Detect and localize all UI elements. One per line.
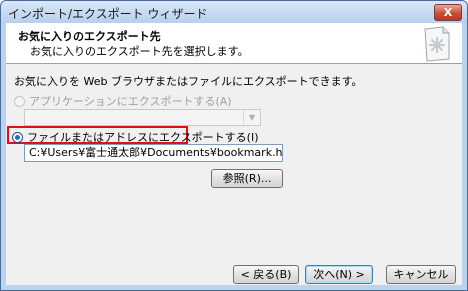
wizard-header: お気に入りのエクスポート先 お気に入りのエクスポート先を選択します。 xyxy=(6,23,462,64)
browse-button-label: 参照(R)... xyxy=(222,172,272,185)
back-button[interactable]: < 戻る(B) xyxy=(233,265,299,284)
application-select[interactable]: ▼ xyxy=(24,109,261,126)
cancel-button-label: キャンセル xyxy=(393,268,449,281)
next-button[interactable]: 次へ(N) > xyxy=(305,265,373,284)
radio-export-to-app[interactable]: アプリケーションにエクスポートする(A) xyxy=(14,93,232,109)
cancel-button[interactable]: キャンセル xyxy=(386,265,456,284)
radio-export-to-file[interactable]: ファイルまたはアドレスにエクスポートする(I) xyxy=(12,129,259,145)
wizard-window: インポート/エクスポート ウィザード X お気に入りのエクスポート先 お気に入り… xyxy=(0,0,468,291)
description-text: お気に入りを Web ブラウザまたはファイルにエクスポートできます。 xyxy=(14,75,363,88)
title-bar[interactable]: インポート/エクスポート ウィザード X xyxy=(1,1,467,23)
file-path-input[interactable]: C:¥Users¥富士通太郎¥Documents¥bookmark.htm xyxy=(24,144,283,162)
page-title: お気に入りのエクスポート先 xyxy=(18,30,161,43)
radio-export-to-file-label: ファイルまたはアドレスにエクスポートする(I) xyxy=(27,131,259,144)
window-title: インポート/エクスポート ウィザード xyxy=(8,7,208,21)
browse-button[interactable]: 参照(R)... xyxy=(211,169,283,188)
file-path-value: C:¥Users¥富士通太郎¥Documents¥bookmark.htm xyxy=(29,146,283,159)
chevron-down-icon: ▼ xyxy=(243,110,260,125)
radio-selected-icon xyxy=(12,131,23,143)
dialog-client: お気に入りのエクスポート先 お気に入りのエクスポート先を選択します。 お気に入り… xyxy=(6,23,462,285)
wizard-graphic-icon xyxy=(424,26,450,62)
close-icon: X xyxy=(443,6,453,19)
close-button[interactable]: X xyxy=(434,4,462,21)
radio-export-to-app-label: アプリケーションにエクスポートする(A) xyxy=(29,95,232,108)
radio-circle-icon xyxy=(14,95,25,107)
next-button-label: 次へ(N) > xyxy=(313,268,365,281)
back-button-label: < 戻る(B) xyxy=(240,268,292,281)
page-subtitle: お気に入りのエクスポート先を選択します。 xyxy=(30,45,249,58)
